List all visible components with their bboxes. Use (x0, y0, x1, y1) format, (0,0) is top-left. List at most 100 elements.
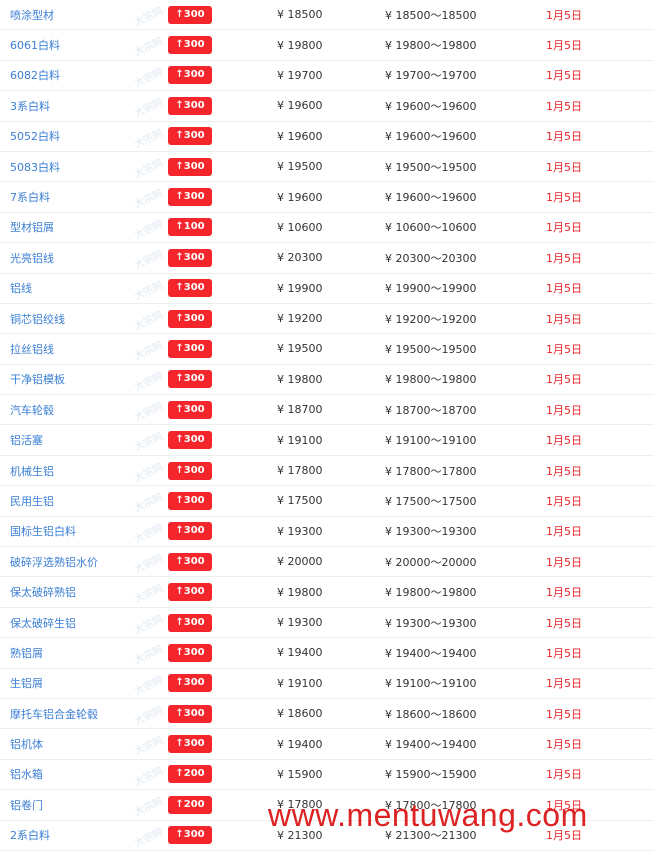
material-name-link[interactable]: 型材铝屑 (10, 213, 54, 242)
price-change-badge: ↑200 (168, 795, 212, 814)
price-value: ¥ 15900 (277, 767, 323, 781)
update-date: 1月5日 (546, 646, 582, 660)
price-change-cell: ↑300 (168, 365, 212, 394)
table-row: 国标生铝白料 ↑300 ¥ 19300 ¥ 19300～19300 1月5日 大宗网 (0, 517, 654, 548)
price-change-cell: ↑300 (168, 608, 212, 637)
price-range: ¥ 19600～19600 (385, 99, 477, 113)
price-range: ¥ 17800～17800 (385, 464, 477, 478)
table-row: 干净铝模板 ↑300 ¥ 19800 ¥ 19800～19800 1月5日 大宗网 (0, 365, 654, 396)
price-range: ¥ 19800～19800 (385, 39, 477, 53)
table-row: 铜芯铝绞线 ↑300 ¥ 19200 ¥ 19200～19200 1月5日 大宗网 (0, 304, 654, 335)
update-date: 1月5日 (546, 8, 582, 22)
table-row: 民用生铝 ↑300 ¥ 17500 ¥ 17500～17500 1月5日 大宗网 (0, 486, 654, 517)
price-change-badge: ↑300 (168, 339, 212, 358)
price-change-cell: ↑300 (168, 274, 212, 303)
material-name-link[interactable]: 汽车轮毂 (10, 395, 54, 424)
update-date: 1月5日 (546, 342, 582, 356)
material-name-link[interactable]: 民用生铝 (10, 486, 54, 515)
material-name-link[interactable]: 铝水箱 (10, 760, 43, 789)
price-value: ¥ 19400 (277, 646, 323, 660)
watermark-text: www.mentuwang.com (268, 797, 588, 833)
material-name-link[interactable]: 6082白料 (10, 61, 60, 90)
price-range: ¥ 18500～18500 (385, 8, 477, 22)
update-date: 1月5日 (546, 494, 582, 508)
price-change-cell: ↑300 (168, 425, 212, 454)
price-range: ¥ 18700～18700 (385, 403, 477, 417)
price-change-badge: ↑300 (168, 461, 212, 480)
price-change-cell: ↑300 (168, 699, 212, 728)
material-name-link[interactable]: 铝机体 (10, 729, 43, 758)
price-value: ¥ 19200 (277, 312, 323, 326)
price-change-cell: ↑300 (168, 577, 212, 606)
price-change-badge: ↑300 (168, 400, 212, 419)
table-row: 7系白料 ↑300 ¥ 19600 ¥ 19600～19600 1月5日 大宗网 (0, 182, 654, 213)
row-watermark: 大宗网 (132, 522, 165, 546)
material-name-link[interactable]: 铜芯铝绞线 (10, 304, 65, 333)
price-change-cell: ↑300 (168, 30, 212, 59)
price-value: ¥ 19400 (277, 737, 323, 751)
material-name-link[interactable]: 破碎浮选熟铝水价 (10, 547, 98, 576)
price-range: ¥ 19800～19800 (385, 373, 477, 387)
material-name-link[interactable]: 6061白料 (10, 30, 60, 59)
material-name-link[interactable]: 国标生铝白料 (10, 517, 76, 546)
price-change-cell: ↑300 (168, 729, 212, 758)
material-name-link[interactable]: 拉丝铝线 (10, 334, 54, 363)
row-watermark: 大宗网 (132, 188, 165, 211)
price-change-cell: ↑300 (168, 152, 212, 181)
price-change-badge: ↑300 (168, 96, 212, 115)
update-date: 1月5日 (546, 251, 582, 265)
material-name-link[interactable]: 铝卷门 (10, 790, 43, 819)
price-change-badge: ↑300 (168, 309, 212, 328)
update-date: 1月5日 (546, 69, 582, 83)
row-watermark: 大宗网 (132, 97, 165, 120)
row-watermark: 大宗网 (132, 218, 165, 242)
material-name-link[interactable]: 干净铝模板 (10, 365, 65, 394)
material-name-link[interactable]: 喷涂型材 (10, 0, 54, 29)
row-watermark: 大宗网 (132, 583, 165, 607)
material-name-link[interactable]: 5052白料 (10, 122, 60, 151)
price-change-badge: ↑300 (168, 704, 212, 723)
material-name-link[interactable]: 3系白料 (10, 91, 50, 120)
row-watermark: 大宗网 (132, 401, 165, 424)
material-name-link[interactable]: 铝活塞 (10, 425, 43, 454)
price-range: ¥ 19100～19100 (385, 677, 477, 691)
price-value: ¥ 19100 (277, 433, 323, 447)
price-change-badge: ↑300 (168, 826, 212, 845)
material-name-link[interactable]: 保太破碎熟铝 (10, 577, 76, 606)
row-watermark: 大宗网 (132, 340, 165, 363)
price-change-cell: ↑100 (168, 213, 212, 242)
price-change-cell: ↑300 (168, 243, 212, 272)
row-watermark: 大宗网 (132, 309, 165, 333)
price-change-badge: ↑300 (168, 735, 212, 754)
material-name-link[interactable]: 生铝屑 (10, 669, 43, 698)
price-range: ¥ 20000～20000 (385, 555, 477, 569)
update-date: 1月5日 (546, 130, 582, 144)
table-row: 5052白料 ↑300 ¥ 19600 ¥ 19600～19600 1月5日 大宗网 (0, 122, 654, 152)
material-name-link[interactable]: 铝线 (10, 274, 32, 303)
material-name-link[interactable]: 摩托车铝合金轮毂 (10, 699, 98, 728)
update-date: 1月5日 (546, 434, 582, 448)
update-date: 1月5日 (546, 616, 582, 630)
price-value: ¥ 19300 (277, 524, 323, 538)
price-change-badge: ↑300 (168, 5, 212, 24)
price-change-badge: ↑300 (168, 279, 212, 298)
price-range: ¥ 19100～19100 (385, 434, 477, 448)
price-change-cell: ↑300 (168, 638, 212, 667)
price-range: ¥ 19200～19200 (385, 312, 477, 326)
price-value: ¥ 19900 (277, 281, 323, 295)
price-change-badge: ↑300 (168, 431, 212, 450)
update-date: 1月5日 (546, 312, 582, 326)
material-name-link[interactable]: 2系白料 (10, 821, 50, 850)
material-name-link[interactable]: 7系白料 (10, 182, 50, 211)
material-name-link[interactable]: 光亮铝线 (10, 243, 54, 272)
price-change-cell: ↑300 (168, 304, 212, 333)
price-change-cell: ↑300 (168, 821, 212, 850)
material-name-link[interactable]: 保太破碎生铝 (10, 608, 76, 637)
material-name-link[interactable]: 熟铝屑 (10, 638, 43, 667)
price-change-badge: ↑300 (168, 522, 212, 541)
row-watermark: 大宗网 (132, 644, 165, 667)
price-value: ¥ 10600 (277, 220, 323, 234)
material-name-link[interactable]: 5083白料 (10, 152, 60, 181)
material-name-link[interactable]: 机械生铝 (10, 456, 54, 485)
price-value: ¥ 19100 (277, 676, 323, 690)
